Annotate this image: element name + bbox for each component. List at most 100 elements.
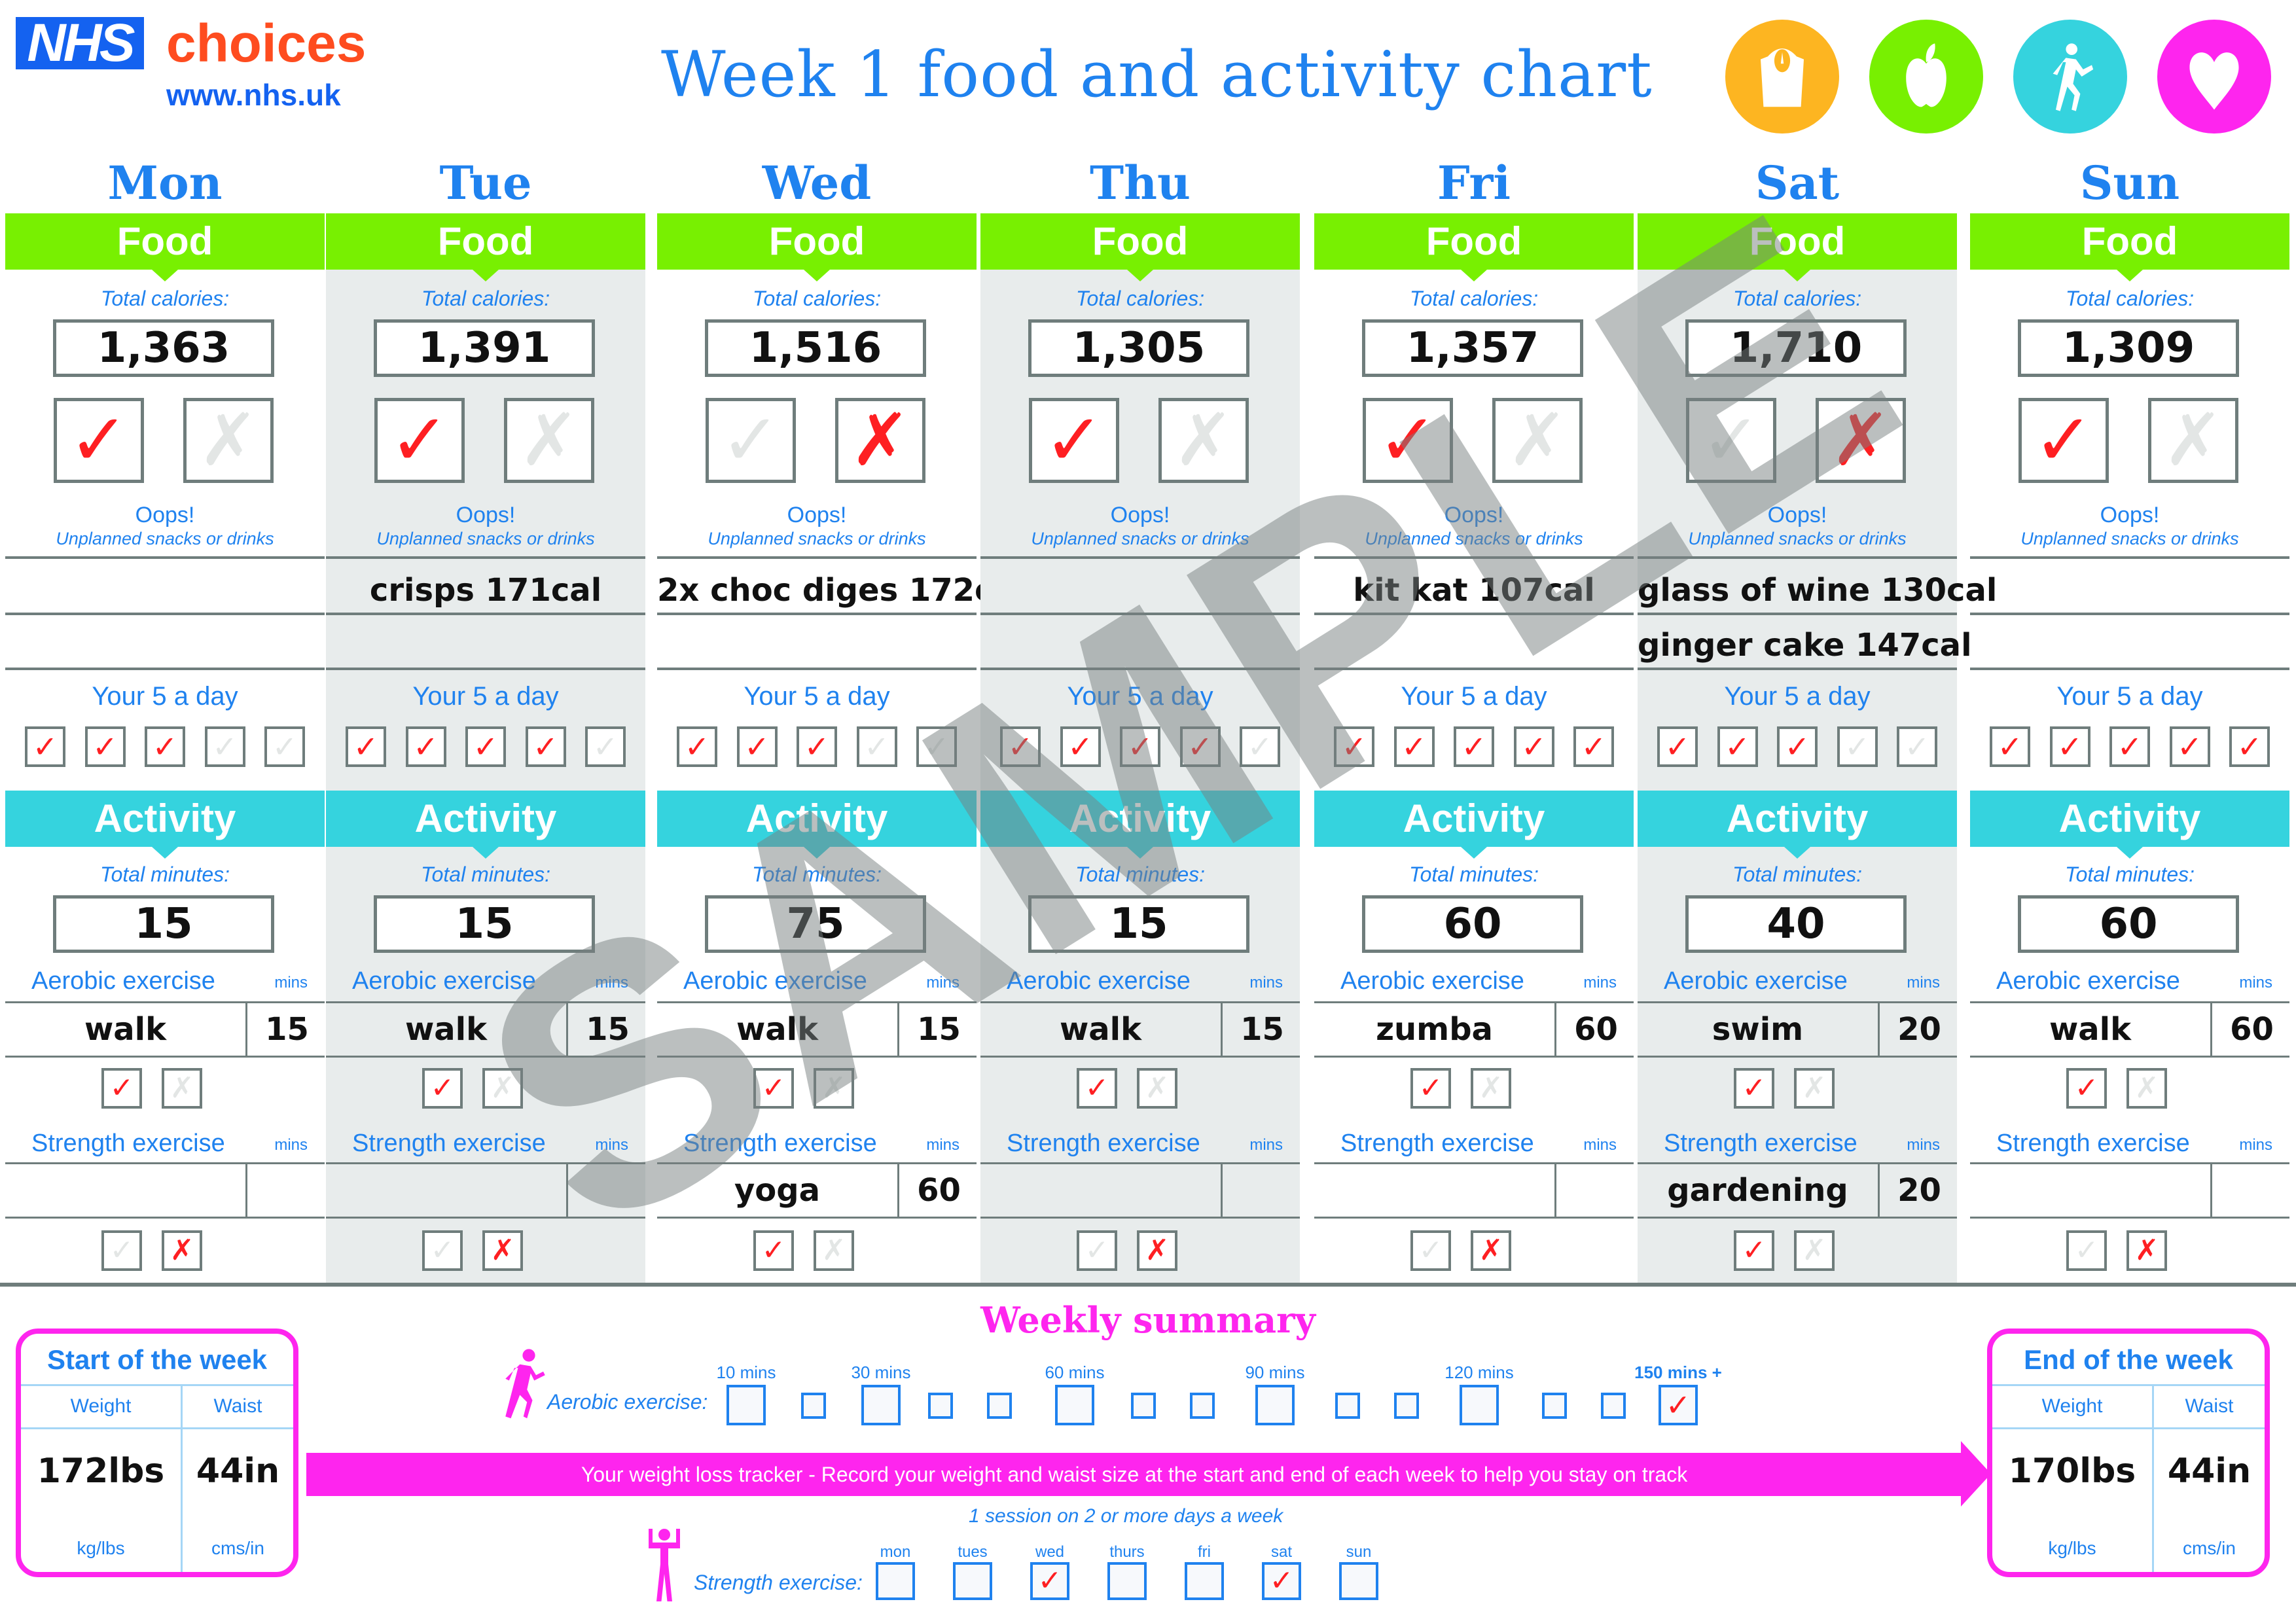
- five-a-day-checkbox[interactable]: ✓: [2169, 726, 2210, 767]
- five-a-day-checkbox[interactable]: ✓: [1897, 726, 1937, 767]
- aerobic-done-checkbox[interactable]: ✓: [1410, 1068, 1451, 1109]
- strength-activity-field[interactable]: [1314, 1164, 1556, 1217]
- aerobic-not-done-checkbox[interactable]: ✗: [1794, 1068, 1835, 1109]
- aerobic-mark-checkbox[interactable]: [1055, 1385, 1094, 1425]
- aerobic-activity-field[interactable]: walk: [1970, 1003, 2212, 1056]
- strength-activity-field[interactable]: gardening: [1638, 1164, 1880, 1217]
- strength-minutes-field[interactable]: [249, 1164, 325, 1217]
- strength-day-checkbox[interactable]: [953, 1562, 992, 1600]
- five-a-day-checkbox[interactable]: ✓: [1000, 726, 1041, 767]
- aerobic-step-checkbox[interactable]: [1542, 1393, 1567, 1419]
- strength-minutes-field[interactable]: 60: [901, 1164, 977, 1217]
- aerobic-activity-field[interactable]: walk: [657, 1003, 899, 1056]
- snack-entry-1[interactable]: [980, 563, 1300, 618]
- snack-entry-1[interactable]: crisps 171cal: [326, 563, 645, 618]
- aerobic-minutes-field[interactable]: 15: [570, 1003, 645, 1056]
- five-a-day-checkbox[interactable]: ✓: [405, 726, 446, 767]
- strength-activity-field[interactable]: [980, 1164, 1223, 1217]
- aerobic-activity-field[interactable]: walk: [5, 1003, 247, 1056]
- total-calories-field[interactable]: 1,516: [705, 319, 926, 377]
- aerobic-step-checkbox[interactable]: [1190, 1393, 1215, 1419]
- five-a-day-checkbox[interactable]: ✓: [1513, 726, 1554, 767]
- aerobic-step-checkbox[interactable]: [1131, 1393, 1156, 1419]
- aerobic-minutes-field[interactable]: 20: [1882, 1003, 1957, 1056]
- aerobic-done-checkbox[interactable]: ✓: [1734, 1068, 1774, 1109]
- strength-day-checkbox[interactable]: ✓: [1262, 1562, 1301, 1600]
- strength-done-checkbox[interactable]: ✓: [101, 1230, 142, 1271]
- snack-entry-1[interactable]: [1970, 563, 2289, 618]
- five-a-day-checkbox[interactable]: ✓: [25, 726, 65, 767]
- five-a-day-checkbox[interactable]: ✓: [1777, 726, 1818, 767]
- aerobic-not-done-checkbox[interactable]: ✗: [2126, 1068, 2167, 1109]
- five-a-day-checkbox[interactable]: ✓: [856, 726, 897, 767]
- calorie-goal-met-checkbox[interactable]: ✓: [706, 398, 796, 483]
- aerobic-step-checkbox[interactable]: [1394, 1393, 1419, 1419]
- strength-minutes-field[interactable]: 20: [1882, 1164, 1957, 1217]
- total-calories-field[interactable]: 1,305: [1028, 319, 1249, 377]
- five-a-day-checkbox[interactable]: ✓: [1120, 726, 1160, 767]
- strength-not-done-checkbox[interactable]: ✗: [162, 1230, 202, 1271]
- five-a-day-checkbox[interactable]: ✓: [1717, 726, 1758, 767]
- aerobic-mark-checkbox[interactable]: [861, 1385, 901, 1425]
- calorie-goal-missed-checkbox[interactable]: ✗: [504, 398, 594, 483]
- strength-day-checkbox[interactable]: [1107, 1562, 1147, 1600]
- strength-not-done-checkbox[interactable]: ✗: [482, 1230, 523, 1271]
- aerobic-not-done-checkbox[interactable]: ✗: [1471, 1068, 1511, 1109]
- five-a-day-checkbox[interactable]: ✓: [1060, 726, 1101, 767]
- five-a-day-checkbox[interactable]: ✓: [264, 726, 305, 767]
- strength-not-done-checkbox[interactable]: ✗: [814, 1230, 854, 1271]
- five-a-day-checkbox[interactable]: ✓: [1990, 726, 2030, 767]
- five-a-day-checkbox[interactable]: ✓: [1393, 726, 1435, 767]
- calorie-goal-missed-checkbox[interactable]: ✗: [2148, 398, 2238, 483]
- five-a-day-checkbox[interactable]: ✓: [2049, 726, 2090, 767]
- total-minutes-field[interactable]: 60: [2018, 895, 2239, 953]
- five-a-day-checkbox[interactable]: ✓: [1454, 726, 1494, 767]
- strength-done-checkbox[interactable]: ✓: [1077, 1230, 1117, 1271]
- aerobic-mark-checkbox[interactable]: [1255, 1385, 1295, 1425]
- calorie-goal-missed-checkbox[interactable]: ✗: [1158, 398, 1249, 483]
- calorie-goal-missed-checkbox[interactable]: ✗: [183, 398, 274, 483]
- aerobic-done-checkbox[interactable]: ✓: [422, 1068, 463, 1109]
- start-weight-field[interactable]: 172lbs: [21, 1452, 181, 1491]
- strength-not-done-checkbox[interactable]: ✗: [1471, 1230, 1511, 1271]
- aerobic-minutes-field[interactable]: 15: [1225, 1003, 1300, 1056]
- snack-entry-2[interactable]: [326, 618, 645, 673]
- strength-day-checkbox[interactable]: [876, 1562, 915, 1600]
- strength-done-checkbox[interactable]: ✓: [2066, 1230, 2107, 1271]
- strength-minutes-field[interactable]: [570, 1164, 645, 1217]
- aerobic-minutes-field[interactable]: 15: [901, 1003, 977, 1056]
- end-waist-field[interactable]: 44in: [2154, 1452, 2265, 1491]
- five-a-day-checkbox[interactable]: ✓: [1334, 726, 1374, 767]
- aerobic-step-checkbox[interactable]: [928, 1393, 953, 1419]
- snack-entry-1[interactable]: 2x choc diges 172cal: [657, 563, 1025, 618]
- end-weight-field[interactable]: 170lbs: [1992, 1452, 2152, 1491]
- five-a-day-checkbox[interactable]: ✓: [916, 726, 957, 767]
- total-minutes-field[interactable]: 40: [1685, 895, 1907, 953]
- aerobic-not-done-checkbox[interactable]: ✗: [1137, 1068, 1177, 1109]
- total-calories-field[interactable]: 1,357: [1362, 319, 1583, 377]
- snack-entry-1[interactable]: [5, 563, 325, 618]
- calorie-goal-met-checkbox[interactable]: ✓: [374, 398, 465, 483]
- five-a-day-checkbox[interactable]: ✓: [465, 726, 506, 767]
- aerobic-not-done-checkbox[interactable]: ✗: [814, 1068, 854, 1109]
- strength-done-checkbox[interactable]: ✓: [753, 1230, 794, 1271]
- aerobic-activity-field[interactable]: zumba: [1314, 1003, 1556, 1056]
- strength-minutes-field[interactable]: [1225, 1164, 1300, 1217]
- aerobic-mark-checkbox[interactable]: [726, 1385, 766, 1425]
- snack-entry-2[interactable]: [5, 618, 325, 673]
- strength-done-checkbox[interactable]: ✓: [1410, 1230, 1451, 1271]
- strength-done-checkbox[interactable]: ✓: [1734, 1230, 1774, 1271]
- aerobic-activity-field[interactable]: walk: [980, 1003, 1223, 1056]
- five-a-day-checkbox[interactable]: ✓: [2229, 726, 2270, 767]
- aerobic-minutes-field[interactable]: 15: [249, 1003, 325, 1056]
- calorie-goal-missed-checkbox[interactable]: ✗: [835, 398, 925, 483]
- aerobic-step-checkbox[interactable]: [1335, 1393, 1360, 1419]
- strength-day-checkbox[interactable]: [1185, 1562, 1224, 1600]
- five-a-day-checkbox[interactable]: ✓: [677, 726, 717, 767]
- aerobic-done-checkbox[interactable]: ✓: [101, 1068, 142, 1109]
- five-a-day-checkbox[interactable]: ✓: [2109, 726, 2150, 767]
- total-minutes-field[interactable]: 15: [374, 895, 595, 953]
- strength-done-checkbox[interactable]: ✓: [422, 1230, 463, 1271]
- start-waist-field[interactable]: 44in: [183, 1452, 293, 1491]
- five-a-day-checkbox[interactable]: ✓: [346, 726, 386, 767]
